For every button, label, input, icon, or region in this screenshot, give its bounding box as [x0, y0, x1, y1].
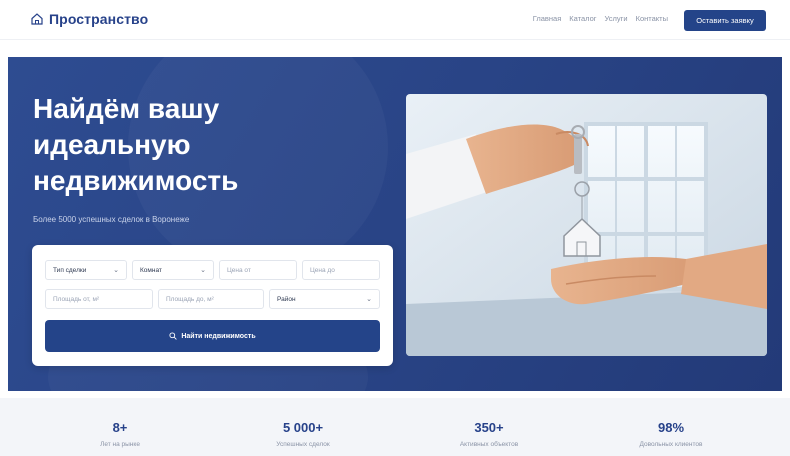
stats-section: 8+ Лет на рынке 5 000+ Успешных сделок 3… — [0, 398, 790, 456]
hero-section: Найдём вашу идеальную недвижимость Более… — [8, 57, 782, 391]
search-icon — [169, 332, 178, 340]
stat-deals: 5 000+ Успешных сделок — [233, 420, 373, 448]
stat-value: 5 000+ — [282, 420, 324, 435]
chevron-down-icon: ⌄ — [113, 267, 119, 274]
stat-value: 98% — [657, 420, 685, 435]
area-from-input[interactable]: Площадь от, м² — [45, 289, 153, 309]
stat-clients: 98% Довольных клиентов — [601, 420, 741, 448]
stat-label: Успешных сделок — [276, 441, 330, 448]
nav-link-catalog[interactable]: Каталог — [569, 14, 596, 23]
price-to-input[interactable]: Цена до — [302, 260, 380, 280]
area-to-placeholder: Площадь до, м² — [166, 295, 214, 303]
deal-type-select[interactable]: Тип сделки ⌄ — [45, 260, 127, 280]
stat-label: Активных объектов — [459, 441, 519, 448]
house-icon — [31, 13, 43, 25]
rooms-select[interactable]: Комнат ⌄ — [132, 260, 214, 280]
rooms-value: Комнат — [140, 266, 162, 274]
keys-handover-image — [406, 94, 767, 356]
stat-label: Довольных клиентов — [639, 441, 703, 448]
nav-link-services[interactable]: Услуги — [605, 14, 628, 23]
nav-link-home[interactable]: Главная — [533, 14, 562, 23]
district-value: Район — [277, 295, 296, 303]
stat-value: 350+ — [474, 420, 504, 435]
deal-type-value: Тип сделки — [53, 266, 87, 274]
chevron-down-icon: ⌄ — [200, 267, 206, 274]
hero-title: Найдём вашу идеальную недвижимость — [33, 93, 239, 196]
search-form: Тип сделки ⌄ Комнат ⌄ Цена от Цена до Пл… — [32, 245, 393, 366]
stat-objects: 350+ Активных объектов — [419, 420, 559, 448]
stat-label: Лет на рынке — [100, 441, 140, 448]
site-header: Пространство Главная Каталог Услуги Конт… — [0, 0, 790, 40]
main-nav: Главная Каталог Услуги Контакты — [533, 14, 668, 23]
area-to-input[interactable]: Площадь до, м² — [158, 289, 264, 309]
logo-text: Пространство — [49, 11, 149, 27]
find-property-button[interactable]: Найти недвижимость — [45, 320, 380, 352]
district-select[interactable]: Район ⌄ — [269, 289, 380, 309]
leave-request-button[interactable]: Оставить заявку — [684, 10, 766, 31]
nav-link-contacts[interactable]: Контакты — [636, 14, 668, 23]
stat-years: 8+ Лет на рынке — [50, 420, 190, 448]
stat-value: 8+ — [112, 420, 128, 435]
chevron-down-icon: ⌄ — [366, 296, 372, 303]
find-property-label: Найти недвижимость — [181, 332, 256, 340]
price-from-input[interactable]: Цена от — [219, 260, 297, 280]
hero-subtitle: Более 5000 успешных сделок в Воронеже — [33, 215, 190, 224]
price-to-placeholder: Цена до — [310, 266, 335, 274]
area-from-placeholder: Площадь от, м² — [53, 295, 100, 303]
hero-photo — [406, 94, 767, 356]
logo[interactable]: Пространство — [30, 11, 148, 27]
price-from-placeholder: Цена от — [227, 266, 251, 274]
